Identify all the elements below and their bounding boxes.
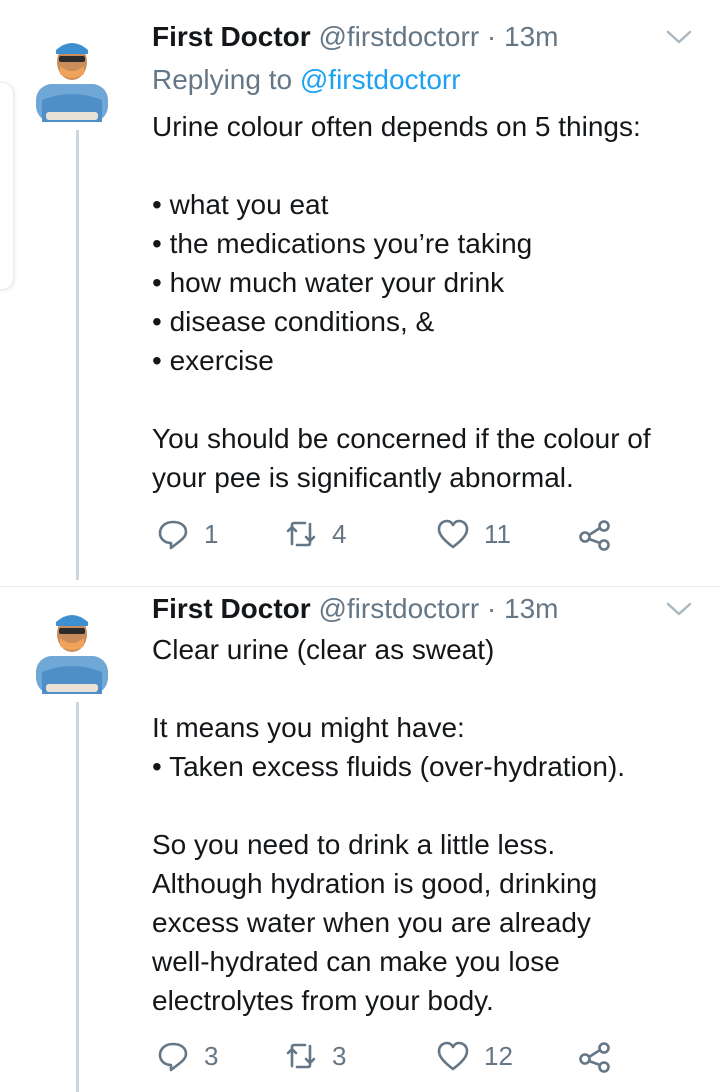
- retweet-icon: [286, 1043, 316, 1069]
- share-icon: [579, 520, 610, 551]
- timestamp[interactable]: 13m: [504, 21, 558, 52]
- share-button[interactable]: [578, 514, 626, 554]
- bullet-line: Taken excess fluids (over-hydration).: [152, 747, 707, 786]
- chevron-down-icon[interactable]: [664, 598, 694, 620]
- like-button[interactable]: 12: [436, 1036, 513, 1076]
- display-name[interactable]: First Doctor: [152, 593, 311, 624]
- text-line: Although hydration is good, drinking: [152, 868, 598, 899]
- reply-count: 1: [204, 519, 219, 549]
- separator-dot: ·: [486, 593, 497, 624]
- text-line: Clear urine (clear as sweat): [152, 634, 495, 665]
- bullet-line: the medications you’re taking: [152, 224, 707, 263]
- like-count: 12: [484, 1041, 513, 1071]
- reply-button[interactable]: 1: [156, 514, 218, 554]
- bullet-line: disease conditions, &: [152, 302, 707, 341]
- retweet-count: 4: [332, 519, 347, 549]
- tweet[interactable]: First Doctor @firstdoctorr · 13m Clear u…: [0, 572, 720, 1092]
- reply-icon: [158, 520, 188, 550]
- separator-dot: ·: [486, 21, 497, 52]
- retweet-icon: [286, 521, 316, 547]
- replying-to-label: Replying to: [152, 64, 293, 95]
- text-line: Urine colour often depends on 5 things:: [152, 111, 641, 142]
- text-line: You should be concerned if the colour of: [152, 423, 651, 454]
- heart-icon: [437, 519, 469, 549]
- like-button[interactable]: 11: [436, 514, 511, 554]
- retweet-count: 3: [332, 1041, 347, 1071]
- chevron-down-icon[interactable]: [664, 26, 694, 48]
- share-button[interactable]: [578, 1036, 626, 1076]
- user-handle[interactable]: @firstdoctorr: [318, 21, 479, 52]
- bullet-line: how much water your drink: [152, 263, 707, 302]
- text-line: excess water when you are already: [152, 907, 591, 938]
- user-handle[interactable]: @firstdoctorr: [318, 593, 479, 624]
- display-name[interactable]: First Doctor: [152, 21, 311, 52]
- reply-icon: [158, 1042, 188, 1072]
- mention-link[interactable]: @firstdoctorr: [300, 64, 461, 95]
- tweet-actions: 1 4 11: [152, 514, 622, 554]
- text-line: your pee is significantly abnormal.: [152, 462, 574, 493]
- tweet-header: First Doctor @firstdoctorr · 13m: [152, 590, 559, 628]
- text-line: So you need to drink a little less.: [152, 829, 556, 860]
- text-line: It means you might have:: [152, 712, 465, 743]
- text-line: electrolytes from your body.: [152, 985, 494, 1016]
- reply-count: 3: [204, 1041, 219, 1071]
- retweet-button[interactable]: 3: [284, 1036, 346, 1076]
- tweet-header: First Doctor @firstdoctorr · 13m: [152, 18, 559, 56]
- like-count: 11: [484, 519, 511, 549]
- tweet-actions: 3 3 12: [152, 1036, 622, 1076]
- heart-icon: [437, 1041, 469, 1071]
- retweet-button[interactable]: 4: [284, 514, 346, 554]
- avatar[interactable]: [32, 602, 112, 694]
- tweet-text: Urine colour often depends on 5 things: …: [152, 107, 707, 497]
- tweet[interactable]: First Doctor @firstdoctorr · 13m Replyin…: [0, 0, 720, 585]
- text-line: well-hydrated can make you lose: [152, 946, 560, 977]
- reply-button[interactable]: 3: [156, 1036, 218, 1076]
- replying-to: Replying to @firstdoctorr: [152, 60, 461, 100]
- share-icon: [579, 1042, 610, 1073]
- bullet-line: what you eat: [152, 185, 707, 224]
- bullet-line: exercise: [152, 341, 707, 380]
- tweet-text: Clear urine (clear as sweat) It means yo…: [152, 630, 707, 1020]
- timestamp[interactable]: 13m: [504, 593, 558, 624]
- avatar[interactable]: [32, 30, 112, 122]
